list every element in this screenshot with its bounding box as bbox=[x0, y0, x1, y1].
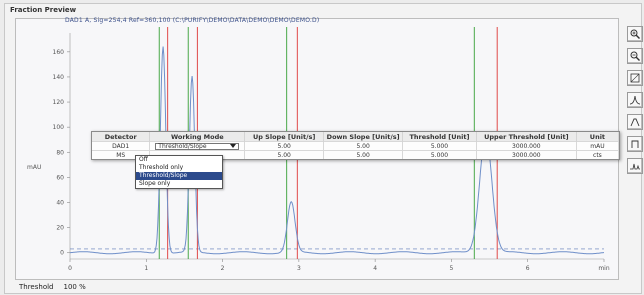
x-tick-label: 0 bbox=[68, 265, 72, 272]
up-slope-cell[interactable]: 5.00 bbox=[244, 141, 325, 151]
detector-cell[interactable]: DAD1 bbox=[92, 141, 151, 151]
unit-cell[interactable]: cts bbox=[576, 150, 620, 159]
column-header-upper-threshold: Upper Threshold [Unit] bbox=[476, 132, 577, 142]
y-tick-label: 120 bbox=[53, 99, 65, 106]
y-tick-label: 100 bbox=[53, 124, 65, 131]
dropdown-option-threshold-slope[interactable]: Threshold/Slope bbox=[136, 172, 222, 180]
upper-threshold-cell[interactable]: 3000.000 bbox=[476, 141, 577, 151]
dropdown-option-threshold-only[interactable]: Threshold only bbox=[136, 164, 222, 172]
down-slope-cell[interactable]: 5.00 bbox=[323, 141, 404, 151]
chevron-down-icon[interactable] bbox=[229, 143, 236, 150]
x-tick-label: min bbox=[598, 265, 610, 272]
dropdown-option-slope-only[interactable]: Slope only bbox=[136, 180, 222, 188]
working-mode-cell[interactable]: Threshold/Slope bbox=[149, 141, 246, 151]
y-tick-label: 0 bbox=[60, 250, 64, 257]
fraction-icon[interactable] bbox=[627, 136, 643, 152]
column-header-detector: Detector bbox=[92, 132, 151, 142]
y-tick-label: 40 bbox=[56, 200, 64, 207]
fraction-preview-panel: Fraction Preview 0 20 40 60 80 100 120 140 160 0 1… bbox=[4, 3, 643, 294]
zoom-out-icon[interactable] bbox=[627, 48, 643, 64]
y-axis-unit: mAU bbox=[27, 164, 42, 171]
x-tick-label: 3 bbox=[297, 265, 301, 272]
up-slope-cell[interactable]: 5.00 bbox=[244, 150, 325, 159]
column-header-threshold: Threshold [Unit] bbox=[402, 132, 477, 142]
working-mode-value: Threshold/Slope bbox=[158, 142, 207, 150]
x-tick-label: 1 bbox=[144, 265, 148, 272]
y-tick-label: 160 bbox=[53, 49, 65, 56]
threshold-value: 100 % bbox=[63, 283, 86, 291]
signal-title: DAD1 A, Sig=254,4 Ref=360,100 (C:\PURIFY… bbox=[65, 17, 320, 24]
threshold-status: Threshold 100 % bbox=[19, 283, 86, 291]
panel-title: Fraction Preview bbox=[10, 6, 77, 14]
down-slope-cell[interactable]: 5.00 bbox=[323, 150, 404, 159]
chart-toolbar bbox=[627, 26, 643, 180]
peak-icon[interactable] bbox=[627, 92, 643, 108]
y-tick-label: 20 bbox=[56, 225, 64, 232]
y-tick-label: 80 bbox=[56, 149, 64, 156]
x-tick-label: 6 bbox=[526, 265, 530, 272]
y-tick-label: 140 bbox=[53, 74, 65, 81]
threshold-cell[interactable]: 5.000 bbox=[402, 150, 477, 159]
autoscale-icon[interactable] bbox=[627, 70, 643, 86]
threshold-cell[interactable]: 5.000 bbox=[402, 141, 477, 151]
x-tick-label: 4 bbox=[373, 265, 377, 272]
working-mode-dropdown-list[interactable]: Off Threshold only Threshold/Slope Slope… bbox=[135, 155, 223, 189]
slope-icon[interactable] bbox=[627, 114, 643, 130]
signal-icon[interactable] bbox=[627, 158, 643, 174]
zoom-in-icon[interactable] bbox=[627, 26, 643, 42]
y-tick-label: 60 bbox=[56, 174, 64, 181]
upper-threshold-cell[interactable]: 3000.000 bbox=[476, 150, 577, 159]
unit-cell[interactable]: mAU bbox=[576, 141, 620, 151]
column-header-unit: Unit bbox=[576, 132, 620, 142]
column-header-up-slope: Up Slope [Unit/s] bbox=[244, 132, 325, 142]
column-header-working-mode: Working Mode bbox=[149, 132, 246, 142]
x-tick-label: 5 bbox=[450, 265, 454, 272]
grid-header-row: Detector Working Mode Up Slope [Unit/s] … bbox=[92, 132, 620, 142]
dropdown-option-off[interactable]: Off bbox=[136, 156, 222, 164]
working-mode-select[interactable]: Threshold/Slope bbox=[155, 142, 240, 150]
table-row[interactable]: DAD1 Threshold/Slope 5.00 5.00 5.000 300… bbox=[92, 141, 620, 151]
threshold-label: Threshold bbox=[19, 283, 54, 291]
x-tick-label: 2 bbox=[221, 265, 225, 272]
column-header-down-slope: Down Slope [Unit/s] bbox=[323, 132, 404, 142]
